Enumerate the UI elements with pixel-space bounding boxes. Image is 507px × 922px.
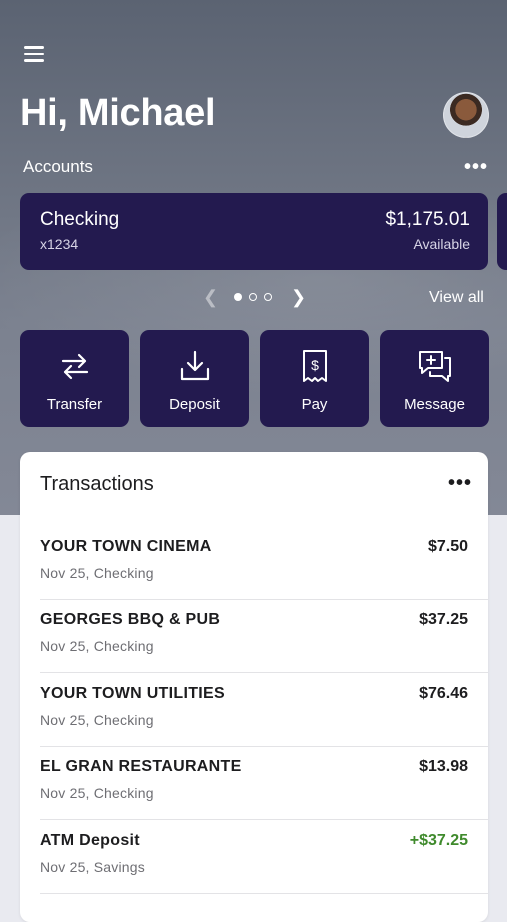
transaction-meta: Nov 25, Checking: [40, 712, 154, 728]
transaction-name: YOUR TOWN UTILITIES: [40, 685, 225, 702]
divider: [40, 819, 488, 820]
account-balance: $1,175.01: [385, 209, 470, 230]
transaction-amount: $7.50: [427, 538, 468, 555]
transaction-amount: $37.25: [419, 611, 468, 628]
transaction-name: GEORGES BBQ & PUB: [40, 611, 221, 628]
transaction-row[interactable]: YOUR TOWN CINEMA Nov 25, Checking $7.50: [20, 527, 488, 600]
view-all-link[interactable]: View all: [429, 289, 484, 307]
transaction-row[interactable]: YOUR TOWN UTILITIES Nov 25, Checking $76…: [20, 674, 488, 747]
hamburger-menu-icon[interactable]: [24, 44, 46, 64]
pay-label: Pay: [301, 396, 328, 413]
deposit-button[interactable]: Deposit: [140, 330, 249, 427]
message-button[interactable]: Message: [380, 330, 489, 427]
pay-button[interactable]: $ Pay: [260, 330, 369, 427]
account-card-checking[interactable]: Checking x1234 $1,175.01 Available: [20, 193, 488, 270]
transactions-title: Transactions: [40, 473, 154, 495]
transaction-name: ATM Deposit: [40, 832, 140, 849]
pager-dot-1[interactable]: [234, 293, 242, 301]
transaction-name: EL GRAN RESTAURANTE: [40, 758, 242, 775]
pager-dot-3[interactable]: [264, 293, 272, 301]
transaction-amount: +$37.25: [409, 832, 468, 849]
pay-bill-icon: $: [260, 348, 369, 384]
user-avatar[interactable]: [443, 92, 489, 138]
transaction-row[interactable]: GEORGES BBQ & PUB Nov 25, Checking $37.2…: [20, 600, 488, 673]
accounts-label: Accounts: [23, 157, 93, 176]
transactions-more-icon[interactable]: •••: [448, 472, 472, 495]
transfer-button[interactable]: Transfer: [20, 330, 129, 427]
transaction-row[interactable]: EL GRAN RESTAURANTE Nov 25, Checking $13…: [20, 747, 488, 820]
transactions-panel: Transactions ••• YOUR TOWN CINEMA Nov 25…: [20, 452, 488, 922]
pager-dot-2[interactable]: [249, 293, 257, 301]
transaction-meta: Nov 25, Savings: [40, 859, 145, 875]
greeting-title: Hi, Michael: [20, 92, 216, 134]
next-account-card[interactable]: [497, 193, 507, 270]
divider: [40, 672, 488, 673]
transfer-arrows-icon: [20, 348, 129, 384]
transaction-meta: Nov 25, Checking: [40, 638, 154, 654]
transfer-label: Transfer: [46, 396, 103, 413]
svg-text:$: $: [311, 357, 319, 373]
deposit-label: Deposit: [169, 396, 220, 413]
message-plus-icon: [380, 348, 489, 384]
divider: [40, 893, 488, 894]
account-balance-label: Available: [413, 236, 470, 252]
accounts-more-icon[interactable]: •••: [464, 156, 488, 179]
chevron-right-icon[interactable]: ❯: [291, 287, 306, 308]
transaction-name: YOUR TOWN CINEMA: [40, 538, 212, 555]
transaction-amount: $13.98: [419, 758, 468, 775]
account-number: x1234: [40, 236, 79, 252]
deposit-download-icon: [140, 348, 249, 384]
message-label: Message: [404, 396, 465, 413]
transaction-row[interactable]: ATM Deposit Nov 25, Savings +$37.25: [20, 821, 488, 894]
transaction-amount: $76.46: [419, 685, 468, 702]
chevron-left-icon[interactable]: ❮: [203, 287, 218, 308]
account-name: Checking: [40, 209, 120, 230]
transaction-meta: Nov 25, Checking: [40, 565, 154, 581]
transaction-meta: Nov 25, Checking: [40, 785, 154, 801]
